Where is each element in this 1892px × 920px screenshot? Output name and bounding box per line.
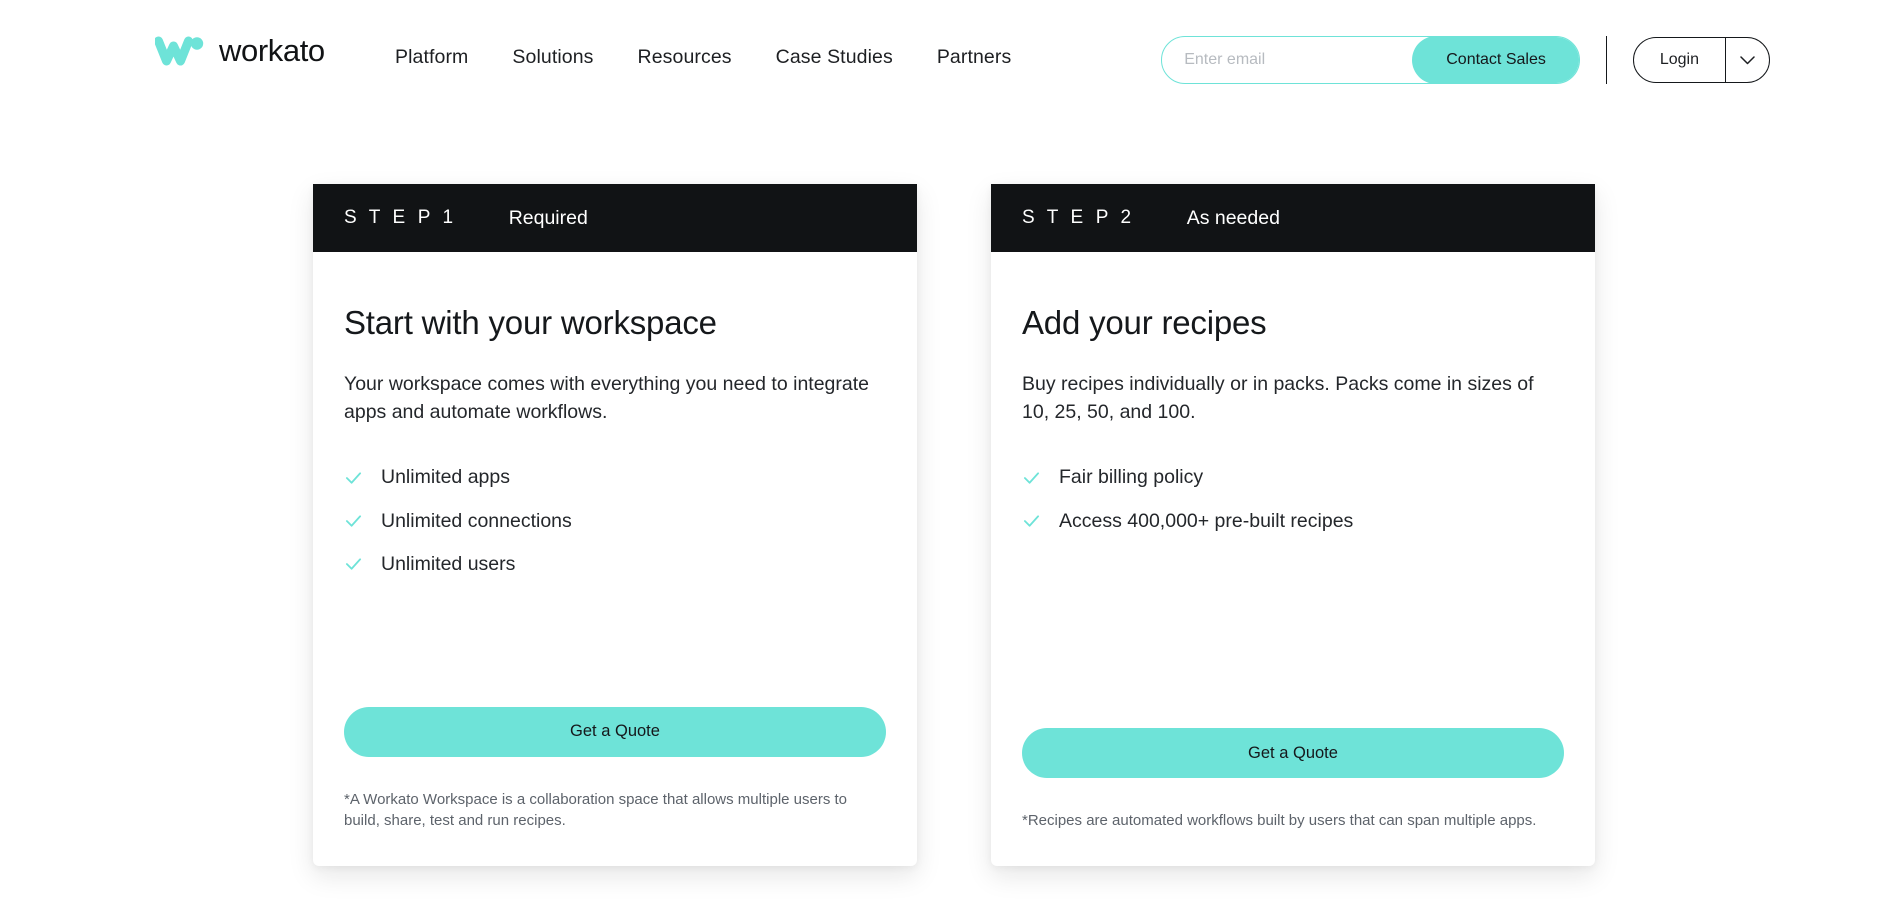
card-2-feature-list: Fair billing policy Access 400,000+ pre-…	[1022, 466, 1564, 533]
step-card-2: S T E P 2 As needed Add your recipes Buy…	[991, 184, 1595, 866]
nav-item-partners[interactable]: Partners	[937, 46, 1012, 69]
nav-item-case-studies[interactable]: Case Studies	[776, 46, 893, 69]
feature-label: Fair billing policy	[1059, 466, 1204, 489]
brand-logo-link[interactable]: workato	[155, 33, 325, 69]
list-item: Unlimited apps	[344, 466, 886, 489]
check-icon	[345, 472, 362, 484]
card-2-footnote: *Recipes are automated workflows built b…	[1022, 812, 1537, 830]
card-2-step-label: S T E P 2	[1022, 207, 1135, 228]
nav-item-platform[interactable]: Platform	[395, 46, 468, 69]
contact-sales-button[interactable]: Contact Sales	[1412, 37, 1579, 83]
card-1-feature-list: Unlimited apps Unlimited connections Unl…	[344, 466, 886, 576]
chevron-down-icon	[1740, 55, 1755, 64]
workato-w-logo-icon	[155, 36, 204, 66]
feature-label: Access 400,000+ pre-built recipes	[1059, 509, 1354, 532]
feature-label: Unlimited users	[381, 553, 516, 576]
check-icon	[1023, 515, 1040, 527]
nav-item-solutions[interactable]: Solutions	[512, 46, 593, 69]
check-icon	[345, 558, 362, 571]
check-icon	[1023, 472, 1040, 484]
header-divider	[1605, 36, 1607, 84]
list-item: Unlimited connections	[344, 510, 886, 533]
card-1-title: Start with your workspace	[344, 304, 717, 341]
header-actions: Contact Sales Login	[1161, 36, 1770, 84]
card-2-get-a-quote-button[interactable]: Get a Quote	[1022, 728, 1564, 779]
feature-label: Unlimited connections	[381, 509, 572, 532]
check-icon	[345, 515, 362, 527]
site-header: workato Platform Solutions Resources Cas…	[0, 0, 1892, 105]
step-cards-container: S T E P 1 Required Start with your works…	[313, 184, 1595, 866]
card-1-step-tag: Required	[508, 206, 588, 229]
list-item: Unlimited users	[344, 553, 886, 576]
email-input[interactable]	[1162, 37, 1413, 83]
card-1-description: Your workspace comes with everything you…	[344, 372, 869, 424]
card-2-header: S T E P 2 As needed	[991, 184, 1595, 252]
login-button-group: Login	[1632, 37, 1770, 83]
card-1-get-a-quote-button[interactable]: Get a Quote	[344, 706, 886, 757]
list-item: Access 400,000+ pre-built recipes	[1022, 510, 1564, 533]
card-2-description: Buy recipes individually or in packs. Pa…	[1022, 372, 1534, 424]
list-item: Fair billing policy	[1022, 466, 1564, 489]
main-navigation: Platform Solutions Resources Case Studie…	[395, 46, 1011, 69]
nav-item-resources[interactable]: Resources	[638, 46, 732, 69]
card-1-spacer	[344, 577, 886, 707]
card-2-spacer	[1022, 533, 1564, 728]
card-2-body: Add your recipes Buy recipes individuall…	[991, 252, 1595, 866]
step-card-1: S T E P 1 Required Start with your works…	[313, 184, 917, 866]
card-1-step-label: S T E P 1	[344, 207, 457, 228]
feature-label: Unlimited apps	[381, 466, 510, 489]
brand-name: workato	[219, 33, 325, 68]
card-2-step-tag: As needed	[1186, 206, 1280, 229]
card-1-header: S T E P 1 Required	[313, 184, 917, 252]
email-capture-group: Contact Sales	[1161, 36, 1580, 84]
login-button[interactable]: Login	[1634, 38, 1725, 82]
card-1-footnote: *A Workato Workspace is a collaboration …	[344, 790, 848, 830]
login-dropdown-toggle[interactable]	[1725, 38, 1769, 82]
card-1-body: Start with your workspace Your workspace…	[313, 252, 917, 866]
card-2-title: Add your recipes	[1022, 304, 1267, 341]
